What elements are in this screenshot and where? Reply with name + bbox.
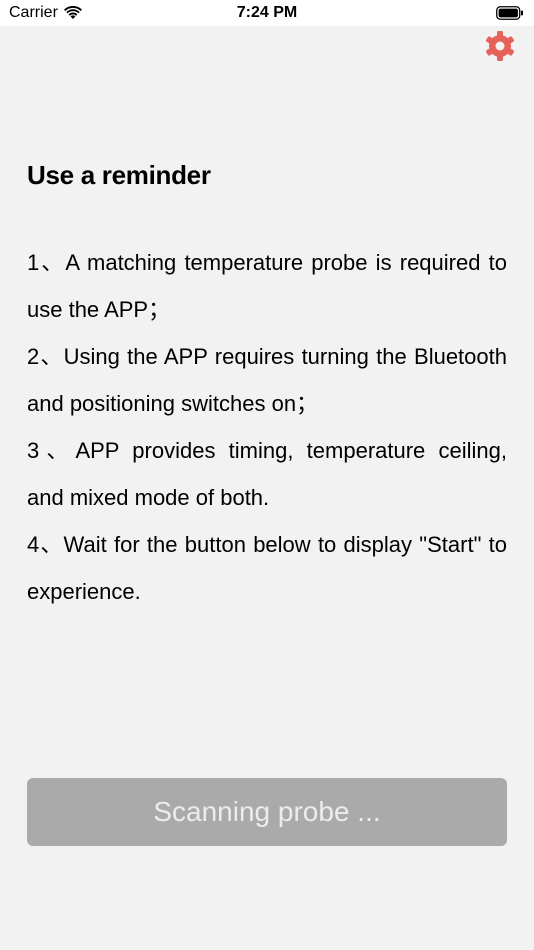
reminder-item: 4、Wait for the button below to display "… <box>27 532 507 604</box>
start-button-label: Scanning probe ... <box>153 796 381 827</box>
reminder-item: 3、APP provides timing, temperature ceili… <box>27 438 507 510</box>
reminder-item: 1、A matching temperature probe is requir… <box>27 250 507 322</box>
page-title: Use a reminder <box>27 160 211 190</box>
status-time: 7:24 PM <box>236 4 298 21</box>
battery-icon <box>496 6 524 20</box>
status-bar: Carrier 7:24 PM <box>0 0 534 26</box>
settings-button[interactable] <box>483 29 517 68</box>
gear-icon <box>483 29 517 68</box>
reminder-item: 2、Using the APP requires turning the Blu… <box>27 344 507 416</box>
start-button[interactable]: Scanning probe ... <box>27 778 507 846</box>
reminder-list: 1、A matching temperature probe is requir… <box>27 239 507 615</box>
